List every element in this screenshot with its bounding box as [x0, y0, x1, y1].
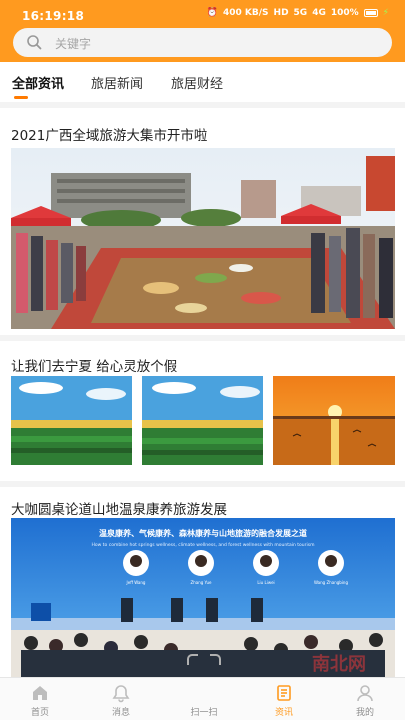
charging-icon: ⚡ [382, 8, 389, 18]
banner-headline: 温泉康养、气候康养、森林康养与山地旅游的融合发展之道 [99, 528, 307, 538]
tab-travel-finance[interactable]: 旅居财经 [171, 73, 223, 92]
article-title[interactable]: 让我们去宁夏 给心灵放个假 [11, 355, 177, 375]
nav-profile[interactable]: 我的 [335, 681, 395, 718]
nav-label: 我的 [355, 708, 374, 718]
battery-icon [363, 9, 378, 17]
nav-label: 首页 [30, 708, 49, 718]
status-indicators: ⏰ 400 KB/S HD 5G 4G 100% ⚡ [207, 8, 389, 18]
nav-label: 扫一扫 [190, 708, 218, 718]
watermark: 南北网 [312, 653, 366, 675]
tab-all-news[interactable]: 全部资讯 [12, 73, 64, 92]
home-icon [33, 686, 47, 700]
category-tabs: 全部资讯 旅居新闻 旅居财经 [0, 62, 405, 102]
article-image-sunset[interactable] [273, 376, 395, 465]
search-icon [27, 35, 42, 50]
nav-label: 消息 [111, 708, 130, 718]
banner-subline: How to combine hot springs wellness, cli… [92, 542, 315, 548]
article-card[interactable]: 让我们去宁夏 给心灵放个假 [0, 341, 405, 481]
article-title[interactable]: 2021广西全域旅游大集市开市啦 [11, 124, 207, 144]
app-header: 16:19:18 ⏰ 400 KB/S HD 5G 4G 100% ⚡ 关键字 [0, 0, 405, 62]
article-card[interactable]: 2021广西全域旅游大集市开市啦 [0, 108, 405, 335]
battery-percent: 100% [330, 8, 359, 18]
speaker-name: Jeff Wang [126, 580, 146, 585]
speaker-name: Wang Zhangbing [314, 580, 348, 585]
user-icon [357, 685, 373, 702]
news-icon [277, 685, 291, 701]
tab-travel-news[interactable]: 旅居新闻 [91, 73, 143, 92]
status-bar: 16:19:18 ⏰ 400 KB/S HD 5G 4G 100% ⚡ [0, 0, 405, 28]
signal-5g: 5G [293, 8, 308, 18]
nav-label: 资讯 [274, 708, 293, 718]
article-card[interactable]: 大咖圆桌论道山地温泉康养旅游发展 温泉康养、气候康养、森林康养与山地旅游的融合发… [0, 487, 405, 677]
alarm-icon: ⏰ [206, 8, 218, 18]
status-time: 16:19:18 [22, 9, 85, 23]
nav-messages[interactable]: 消息 [91, 681, 151, 718]
article-image-market[interactable] [11, 148, 395, 329]
net-speed: 400 KB/S [223, 8, 269, 18]
search-bar[interactable]: 关键字 [13, 28, 392, 57]
article-title[interactable]: 大咖圆桌论道山地温泉康养旅游发展 [11, 498, 227, 518]
search-input[interactable]: 关键字 [55, 35, 91, 52]
signal-4g: 4G [312, 8, 326, 18]
article-image-grassland-1[interactable] [11, 376, 132, 465]
article-image-grassland-2[interactable] [142, 376, 263, 465]
speaker-name: Liu Liwei [257, 580, 274, 585]
nav-scan[interactable]: 扫一扫 [174, 681, 234, 718]
hd-badge: HD [273, 8, 289, 18]
nav-home[interactable]: 首页 [10, 681, 70, 718]
nav-news[interactable]: 资讯 [254, 681, 314, 718]
bell-icon [112, 685, 130, 703]
bottom-nav: 首页 消息 扫一扫 资讯 我的 [0, 677, 405, 720]
active-tab-indicator [14, 96, 28, 99]
speaker-name: Zhang Yue [190, 580, 212, 585]
